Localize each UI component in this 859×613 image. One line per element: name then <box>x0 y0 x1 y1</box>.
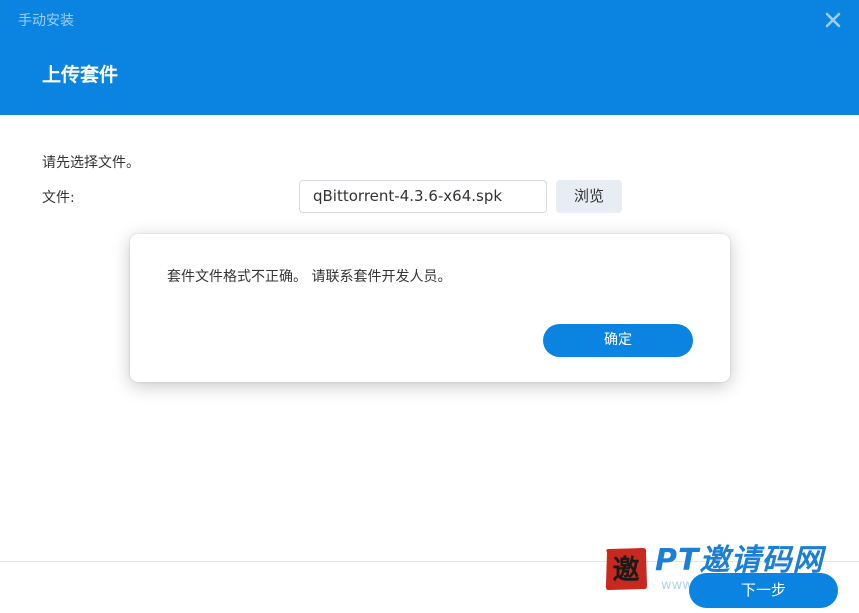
browse-button[interactable]: 浏览 <box>556 180 622 213</box>
ok-button[interactable]: 确定 <box>543 324 693 357</box>
file-label: 文件: <box>42 190 75 206</box>
svg-text:邀: 邀 <box>613 555 640 586</box>
seal-icon: 邀 <box>605 548 647 591</box>
dialog-message: 套件文件格式不正确。 请联系套件开发人员。 <box>167 269 452 285</box>
error-dialog: 套件文件格式不正确。 请联系套件开发人员。 确定 <box>130 234 730 382</box>
footer-divider <box>0 561 859 562</box>
next-button[interactable]: 下一步 <box>689 573 838 608</box>
install-window: 手动安装 上传套件 请先选择文件。 文件: qBittorrent-4.3.6-… <box>0 0 859 613</box>
header-bar: 手动安装 上传套件 <box>0 0 859 115</box>
instruction-text: 请先选择文件。 <box>42 155 140 171</box>
close-button[interactable] <box>825 12 841 28</box>
window-title: 手动安装 <box>18 13 74 29</box>
close-icon <box>825 12 841 28</box>
page-title: 上传套件 <box>42 64 119 86</box>
file-field[interactable]: qBittorrent-4.3.6-x64.spk <box>299 180 547 213</box>
